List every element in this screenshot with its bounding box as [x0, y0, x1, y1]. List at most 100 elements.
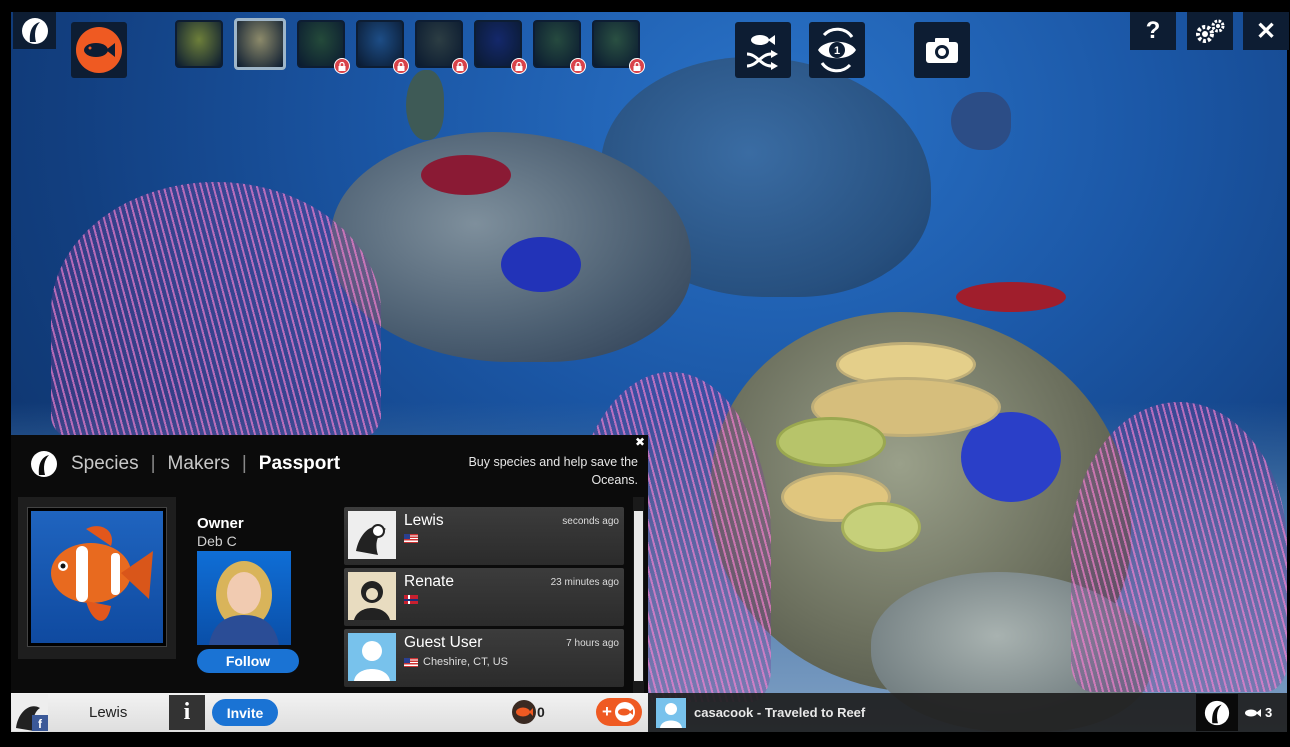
logo-button[interactable]	[13, 12, 56, 49]
svg-text:1: 1	[834, 45, 840, 57]
info-button[interactable]: i	[169, 695, 205, 730]
owner-photo	[209, 561, 279, 645]
passport-panel: ✖ Species | Makers | Passport Buy specie…	[11, 435, 648, 693]
panel-close-icon[interactable]: ✖	[635, 435, 645, 449]
shuffle-fish-button[interactable]	[735, 22, 791, 78]
clownfish-image	[51, 526, 153, 621]
user-name: Lewis	[89, 704, 128, 721]
visitor-avatar	[348, 633, 396, 681]
coin-count: 0	[537, 704, 545, 720]
tab-species[interactable]: Species	[71, 453, 139, 475]
close-icon: ✕	[1255, 17, 1277, 45]
scene-thumbnail[interactable]	[592, 20, 645, 74]
panel-tabs: Species | Makers | Passport	[29, 449, 340, 479]
owner-avatar[interactable]	[197, 551, 291, 645]
visitor-time: seconds ago	[562, 516, 619, 527]
fish-photo[interactable]	[27, 507, 167, 647]
invite-button[interactable]: Invite	[212, 699, 278, 726]
swimming-fish-small[interactable]	[406, 70, 444, 140]
visitor-avatar	[348, 572, 396, 620]
visitor-location-text: Cheshire, CT, US	[423, 656, 508, 668]
fish-card	[18, 497, 176, 659]
lock-icon	[334, 58, 350, 74]
visitor-name: Lewis	[404, 512, 444, 529]
help-icon: ?	[1145, 17, 1161, 44]
visitor-location	[404, 595, 418, 604]
scene-selector	[175, 18, 645, 74]
scene-thumbnail[interactable]	[297, 20, 350, 74]
visitor-time: 23 minutes ago	[550, 577, 619, 588]
fish-icon	[84, 43, 115, 57]
feed-message[interactable]: casacook - Traveled to Reef	[694, 705, 865, 720]
scene-thumbnail[interactable]	[175, 20, 223, 68]
my-fish-button[interactable]	[71, 22, 127, 78]
visitor-time: 7 hours ago	[566, 638, 619, 649]
logo-icon	[31, 451, 57, 477]
visitor-location	[404, 534, 418, 543]
scene-thumbnail[interactable]	[356, 20, 409, 74]
plus-icon: +	[602, 702, 612, 721]
blue-coral	[501, 237, 581, 292]
facebook-icon: f	[32, 715, 48, 731]
fish-coin-icon	[614, 702, 635, 722]
visitor-location: Cheshire, CT, US	[404, 656, 508, 668]
coin-icon	[512, 700, 536, 724]
red-coral-right	[956, 282, 1066, 312]
swimming-fish[interactable]	[951, 92, 1011, 150]
tab-separator: |	[150, 453, 156, 474]
help-button[interactable]: ?	[1130, 12, 1176, 50]
follow-button[interactable]: Follow	[197, 649, 299, 673]
logo-icon	[1204, 700, 1230, 725]
lock-icon	[511, 58, 527, 74]
visitor-list: Lewis seconds ago Renate 23 minutes ago …	[344, 507, 624, 690]
close-button[interactable]: ✕	[1243, 12, 1289, 50]
settings-button[interactable]	[1187, 12, 1233, 50]
visitor-scrollbar[interactable]	[633, 497, 644, 693]
visitor-row[interactable]: Renate 23 minutes ago	[344, 568, 624, 626]
plate-coral-bottom	[841, 502, 921, 552]
promo-text[interactable]: Buy species and help save the Oceans.	[438, 453, 638, 489]
tab-separator: |	[241, 453, 247, 474]
tab-makers[interactable]: Makers	[168, 453, 230, 475]
us-flag-icon	[404, 534, 418, 543]
feed-avatar[interactable]	[656, 698, 686, 728]
norway-flag-icon	[404, 595, 418, 604]
lock-icon	[452, 58, 468, 74]
buy-fish-button[interactable]: +	[596, 698, 642, 726]
scene-thumbnail[interactable]	[415, 20, 468, 74]
owner-name[interactable]: Deb C	[197, 533, 237, 549]
red-coral	[421, 155, 511, 195]
sea-fan-right	[1071, 402, 1287, 692]
scene-thumbnail[interactable]	[234, 18, 286, 70]
logo-icon	[21, 17, 48, 44]
settings-icon	[1196, 19, 1225, 43]
lock-icon	[393, 58, 409, 74]
user-bar: f Lewis i Invite 0 +	[11, 693, 648, 732]
camera-button[interactable]	[914, 22, 970, 78]
small-fish-icon	[1245, 708, 1261, 717]
owner-label: Owner	[197, 515, 244, 532]
plate-coral-green	[776, 417, 886, 467]
scene-thumbnail[interactable]	[474, 20, 527, 74]
feed-logo-button[interactable]	[1196, 694, 1238, 731]
user-avatar[interactable]: f	[12, 694, 48, 731]
tab-passport[interactable]: Passport	[259, 453, 340, 475]
camera-icon	[926, 38, 958, 63]
visitor-name: Renate	[404, 573, 454, 590]
visitor-avatar	[348, 511, 396, 559]
shuffle-fish-icon	[746, 35, 778, 70]
visitor-name: Guest User	[404, 634, 483, 651]
us-flag-icon	[404, 657, 418, 667]
scene-thumbnail[interactable]	[533, 20, 586, 74]
sea-fan-left	[51, 182, 381, 442]
fish-count: 3	[1244, 705, 1272, 720]
visitor-row[interactable]: Guest User 7 hours ago Cheshire, CT, US	[344, 629, 624, 687]
view-rotate-icon: 1	[818, 27, 856, 73]
lock-icon	[629, 58, 645, 74]
activity-feed-bar: casacook - Traveled to Reef 3	[648, 693, 1287, 732]
lock-icon	[570, 58, 586, 74]
view-rotate-button[interactable]: 1	[809, 22, 865, 78]
visitor-row[interactable]: Lewis seconds ago	[344, 507, 624, 565]
scrollbar-thumb[interactable]	[634, 511, 643, 681]
fish-count-value: 3	[1265, 705, 1273, 720]
